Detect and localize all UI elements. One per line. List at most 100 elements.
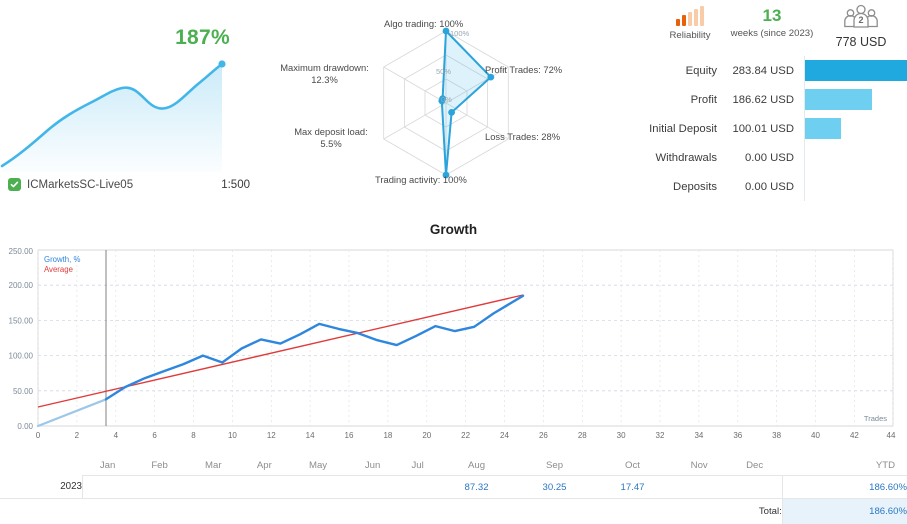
x-tick-label: 12 [267, 431, 276, 440]
x-axis-caption: Trades [864, 414, 887, 423]
column-header-mar: Mar [186, 455, 240, 476]
sparkline-area [2, 64, 222, 172]
equity-row-bar-track [804, 172, 907, 201]
account-footer: ICMarketsSC-Live05 1:500 [8, 178, 250, 191]
signal-bars-icon [650, 6, 730, 26]
table-total-row: Total: 186.60% [0, 499, 907, 524]
y-axis-labels: 0.00 50.00 100.00 150.00 200.00 250.00 [9, 247, 34, 431]
column-header-nov: Nov [671, 455, 726, 476]
table-row: Withdrawals 0.00 USD [630, 143, 907, 172]
performance-radar-card: 100% 50% 0% Algo trading: 100% Profit Tr… [262, 0, 630, 206]
x-tick-label: 8 [191, 431, 196, 440]
month-cell-dec [727, 476, 782, 499]
account-leverage: 1:500 [221, 179, 250, 191]
x-tick-label: 44 [887, 431, 896, 440]
legend-item-average: Average [44, 265, 73, 274]
subscribers-amount: 778 USD [816, 35, 906, 49]
radar-label-max-deposit-load-value: 5.5% [320, 138, 341, 149]
y-tick-label: 250.00 [9, 247, 34, 256]
legend-item-growth: Growth, % [44, 255, 80, 264]
month-cell-jun [347, 476, 397, 499]
month-cell-jan [83, 476, 133, 499]
x-tick-label: 20 [422, 431, 431, 440]
x-tick-label: 14 [306, 431, 315, 440]
y-tick-label: 50.00 [13, 387, 34, 396]
radar-label-trading-activity: Trading activity: 100% [375, 174, 467, 186]
reliability-label: Reliability [650, 30, 730, 41]
growth-sparkline-card: 187% [0, 0, 262, 206]
equity-row-bar [805, 89, 872, 110]
x-tick-label: 28 [578, 431, 587, 440]
month-cell-oct: 17.47 [594, 476, 672, 499]
column-header-jan: Jan [83, 455, 133, 476]
account-name: ICMarketsSC-Live05 [27, 179, 133, 191]
x-tick-label: 10 [228, 431, 237, 440]
equity-row-value: 100.01 USD [726, 123, 804, 135]
x-tick-label: 30 [617, 431, 626, 440]
account-stats-card: Reliability 13 weeks (since 2023) [630, 0, 907, 206]
verified-check-icon [8, 178, 21, 191]
equity-row-bar [805, 60, 907, 81]
column-header-jun: Jun [347, 455, 397, 476]
total-label: Total: [83, 499, 783, 524]
radar-scale-outer: 100% [450, 29, 470, 38]
stat-icon-row: Reliability 13 weeks (since 2023) [630, 4, 907, 52]
x-tick-label: 36 [733, 431, 742, 440]
table-row: Initial Deposit 100.01 USD [630, 114, 907, 143]
month-cell-may [289, 476, 348, 499]
total-spacer [0, 499, 83, 524]
sparkline-end-point [218, 60, 225, 67]
equity-breakdown-table: Equity 283.84 USD Profit 186.62 USD Init… [630, 56, 907, 201]
x-tick-label: 34 [694, 431, 703, 440]
equity-row-label: Equity [630, 65, 726, 77]
table-row: 2023 87.32 30.25 17.47 186.60% [0, 476, 907, 499]
column-header-dec: Dec [727, 455, 782, 476]
monthly-growth-table: Jan Feb Mar Apr May Jun Jul Aug Sep Oct … [0, 455, 907, 524]
equity-row-value: 0.00 USD [726, 181, 804, 193]
radar-label-max-drawdown-title: Maximum drawdown: [280, 62, 369, 73]
growth-chart-title: Growth [0, 222, 907, 237]
radar-label-max-drawdown-value: 12.3% [311, 74, 338, 85]
month-cell-feb [133, 476, 187, 499]
y-tick-label: 150.00 [9, 316, 34, 325]
month-cell-mar [186, 476, 240, 499]
table-row: Profit 186.62 USD [630, 85, 907, 114]
weeks-label: weeks (since 2023) [722, 28, 822, 39]
radar-scale-middle: 50% [436, 67, 451, 76]
month-cell-aug: 87.32 [438, 476, 516, 499]
x-tick-label: 32 [656, 431, 665, 440]
y-tick-label: 0.00 [17, 422, 33, 431]
x-axis-labels: 0 2 4 6 8 10 12 14 16 18 20 22 24 26 28 … [36, 431, 896, 440]
x-tick-label: 26 [539, 431, 548, 440]
x-tick-label: 4 [114, 431, 119, 440]
account-dashboard: 187% [0, 0, 907, 521]
column-header-oct: Oct [594, 455, 672, 476]
column-header-jul: Jul [398, 455, 438, 476]
month-cell-nov [671, 476, 726, 499]
equity-row-value: 283.84 USD [726, 65, 804, 77]
equity-row-bar-track [804, 85, 907, 114]
x-tick-label: 42 [850, 431, 859, 440]
account-name-group: ICMarketsSC-Live05 [8, 178, 133, 191]
equity-row-value: 186.62 USD [726, 94, 804, 106]
equity-row-label: Initial Deposit [630, 123, 726, 135]
growth-chart-section: Growth [0, 212, 907, 452]
equity-row-label: Withdrawals [630, 152, 726, 164]
total-value: 186.60% [782, 499, 907, 524]
equity-row-bar-track [804, 114, 907, 143]
x-tick-label: 16 [345, 431, 354, 440]
subscribers-group-icon: 2 [816, 4, 906, 34]
table-row: Equity 283.84 USD [630, 56, 907, 85]
equity-row-label: Profit [630, 94, 726, 106]
summary-row: 187% [0, 0, 907, 212]
equity-row-bar-track [804, 143, 907, 172]
column-header-aug: Aug [438, 455, 516, 476]
x-tick-label: 24 [500, 431, 509, 440]
y-tick-label: 100.00 [9, 352, 34, 361]
column-header-sep: Sep [516, 455, 594, 476]
row-year-label: 2023 [0, 476, 83, 499]
x-tick-label: 22 [461, 431, 470, 440]
month-cell-sep: 30.25 [516, 476, 594, 499]
x-tick-label: 40 [811, 431, 820, 440]
table-header-row: Jan Feb Mar Apr May Jun Jul Aug Sep Oct … [0, 455, 907, 476]
